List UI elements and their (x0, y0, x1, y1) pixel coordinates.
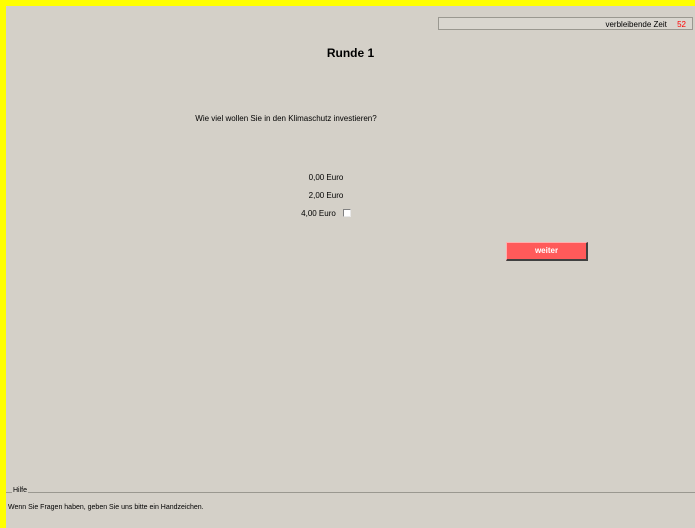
investment-options: 0,00 Euro 2,00 Euro 4,00 Euro (6, 168, 646, 222)
option-2-euro: 2,00 Euro (6, 186, 646, 204)
option-label: 2,00 Euro (308, 190, 344, 200)
remaining-time-value: 52 (677, 20, 686, 29)
option-label: 4,00 Euro (301, 208, 336, 218)
option-4-euro-checkbox[interactable] (342, 209, 351, 217)
next-button[interactable]: weiter (506, 242, 588, 261)
option-4-euro: 4,00 Euro (6, 204, 646, 222)
round-title: Runde 1 (326, 46, 375, 60)
help-text: Wenn Sie Fragen haben, geben Sie uns bit… (8, 504, 204, 511)
main-window: verbleibende Zeit 52 Runde 1 Wie viel wo… (6, 6, 695, 528)
help-panel: Hilfe Wenn Sie Fragen haben, geben Sie u… (6, 487, 695, 522)
remaining-time-label: verbleibende Zeit (605, 20, 667, 29)
remaining-time-display: verbleibende Zeit 52 (438, 17, 693, 30)
option-0-euro: 0,00 Euro (6, 168, 646, 186)
question-text: Wie viel wollen Sie in den Klimaschutz i… (195, 114, 377, 123)
option-label: 0,00 Euro (308, 172, 344, 182)
help-legend: Hilfe (12, 487, 29, 494)
